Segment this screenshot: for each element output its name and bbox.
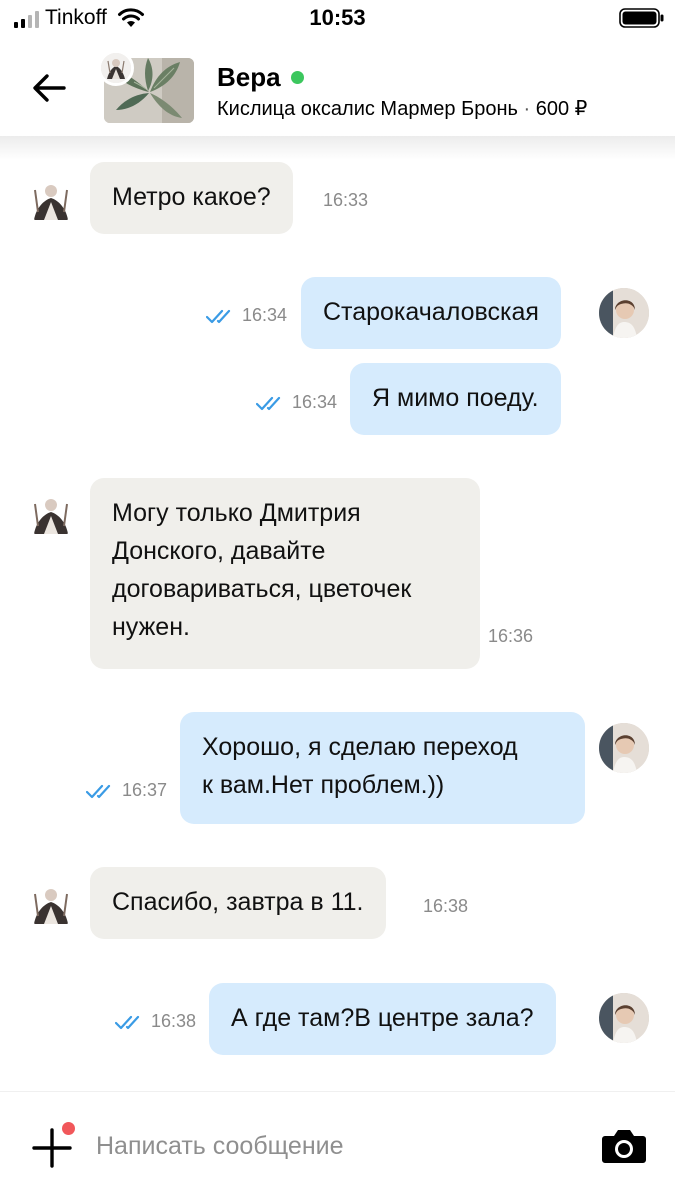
message-time: 16:34 bbox=[242, 305, 288, 325]
message-time: 16:36 bbox=[488, 626, 534, 646]
message-text: Я мимо поеду. bbox=[372, 384, 539, 412]
sender-avatar bbox=[26, 490, 76, 540]
my-avatar bbox=[599, 993, 649, 1043]
double-check-icon bbox=[206, 309, 231, 323]
online-status-dot bbox=[290, 71, 304, 84]
message-bubble[interactable]: Я мимо поеду. bbox=[350, 363, 561, 435]
message-bubble[interactable]: Могу только Дмитрия Донского, давайте до… bbox=[90, 478, 480, 669]
message-text: А где там?В центре зала? bbox=[231, 1004, 534, 1032]
message-time: 16:33 bbox=[323, 190, 369, 210]
sender-avatar bbox=[26, 176, 76, 226]
seller-avatar bbox=[98, 50, 134, 86]
battery-icon bbox=[619, 8, 664, 28]
message-line: Хорошо, я сделаю переход bbox=[202, 733, 518, 761]
message-line: нужен. bbox=[112, 613, 190, 641]
message-meta: 16:34 bbox=[256, 392, 337, 413]
message-time: 16:37 bbox=[122, 780, 168, 800]
message-time: 16:38 bbox=[151, 1011, 197, 1031]
listing-title: Кислица оксалис Мармер Бронь bbox=[217, 98, 518, 120]
message-bubble[interactable]: Спасибо, завтра в 11. bbox=[90, 867, 386, 939]
message-text: Старокачаловская bbox=[323, 298, 539, 326]
message-text: Спасибо, завтра в 11. bbox=[112, 888, 364, 916]
status-time: 10:53 bbox=[309, 5, 366, 30]
chat-screen: Tinkoff 10:53 Вера Кислица оксалис Марме… bbox=[0, 0, 675, 1200]
chat-header: Вера Кислица оксалис Мармер Бронь · 600 … bbox=[0, 38, 675, 136]
arrow-left-icon bbox=[33, 74, 66, 102]
message-meta: 16:37 bbox=[86, 780, 167, 801]
sender-avatar bbox=[26, 880, 76, 930]
listing-preview[interactable] bbox=[98, 50, 198, 126]
separator: · bbox=[523, 98, 531, 120]
listing-summary[interactable]: Кислица оксалис Мармер Бронь · 600 ₽ bbox=[217, 96, 587, 121]
message-meta: 16:33 bbox=[323, 190, 368, 211]
back-button[interactable] bbox=[26, 66, 72, 110]
message-meta: 16:38 bbox=[115, 1011, 196, 1032]
message-bubble[interactable]: А где там?В центре зала? bbox=[209, 983, 556, 1055]
my-avatar bbox=[599, 723, 649, 773]
message-bubble[interactable]: Метро какое? bbox=[90, 162, 293, 234]
notification-dot bbox=[62, 1122, 75, 1135]
contact-name[interactable]: Вера bbox=[217, 62, 304, 93]
contact-name-text: Вера bbox=[217, 62, 281, 92]
double-check-icon bbox=[256, 396, 281, 410]
message-meta: 16:38 bbox=[423, 896, 468, 917]
message-time: 16:38 bbox=[423, 896, 469, 916]
message-text: Метро какое? bbox=[112, 183, 271, 211]
double-check-icon bbox=[86, 784, 111, 798]
camera-icon[interactable] bbox=[601, 1128, 647, 1164]
status-bar: Tinkoff 10:53 bbox=[0, 0, 675, 38]
message-line: договариваться, цветочек bbox=[112, 575, 412, 603]
message-input[interactable]: Написать сообщение bbox=[96, 1132, 344, 1161]
message-line: Донского, давайте bbox=[112, 537, 326, 565]
message-meta: 16:36 bbox=[488, 626, 533, 647]
message-bubble[interactable]: Старокачаловская bbox=[301, 277, 561, 349]
message-line: Могу только Дмитрия bbox=[112, 499, 361, 527]
double-check-icon bbox=[115, 1015, 140, 1029]
message-list[interactable]: Метро какое? 16:33 16:34 Старокачаловска… bbox=[0, 136, 675, 1091]
message-line: к вам.Нет проблем.)) bbox=[202, 771, 445, 799]
message-bubble[interactable]: Хорошо, я сделаю переход к вам.Нет пробл… bbox=[180, 712, 585, 824]
message-time: 16:34 bbox=[292, 392, 338, 412]
listing-price: 600 ₽ bbox=[535, 98, 588, 120]
message-meta: 16:34 bbox=[206, 305, 287, 326]
composer-bar: Написать сообщение bbox=[0, 1091, 675, 1200]
my-avatar bbox=[599, 288, 649, 338]
